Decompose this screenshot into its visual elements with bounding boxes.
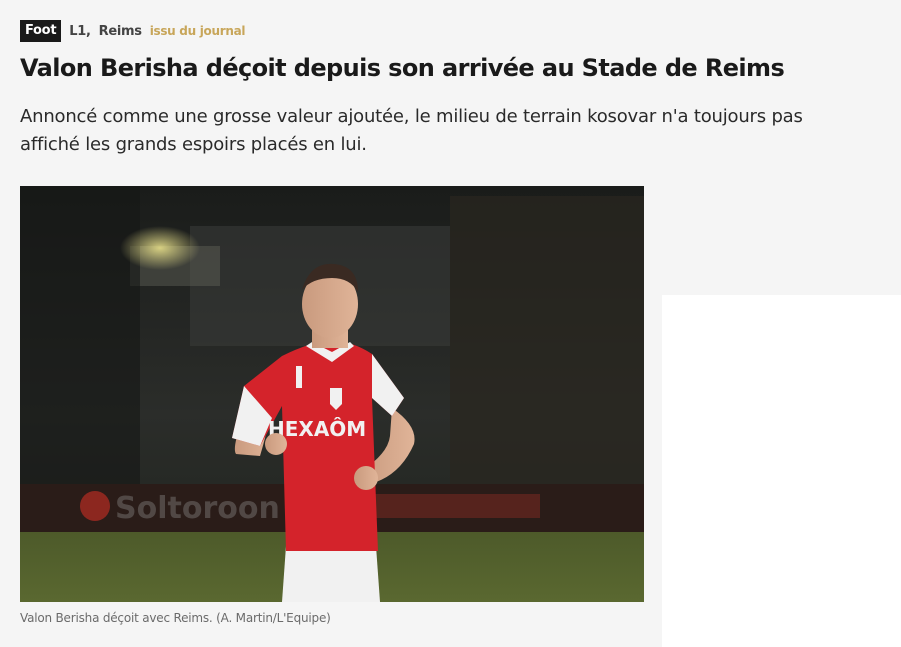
club-tag[interactable]: Reims [99,24,142,39]
source-label: issu du journal [149,24,246,38]
article-photo[interactable]: Soltoroon HEXAÔM [20,186,644,602]
ad-board-text: Soltoroon [115,491,280,526]
league-tag[interactable]: L1, [69,24,91,39]
article-title: Valon Berisha déçoit depuis son arrivée … [20,54,785,82]
right-sidebar-panel [662,295,901,647]
photo-caption: Valon Berisha déçoit avec Reims. (A. Mar… [20,611,331,625]
player-photo-illustration: Soltoroon HEXAÔM [20,186,644,602]
article-tags: Foot L1, Reims issu du journal [20,20,246,42]
article-lead: Annoncé comme une grosse valeur ajoutée,… [20,106,803,155]
sport-tag[interactable]: Foot [20,20,62,42]
